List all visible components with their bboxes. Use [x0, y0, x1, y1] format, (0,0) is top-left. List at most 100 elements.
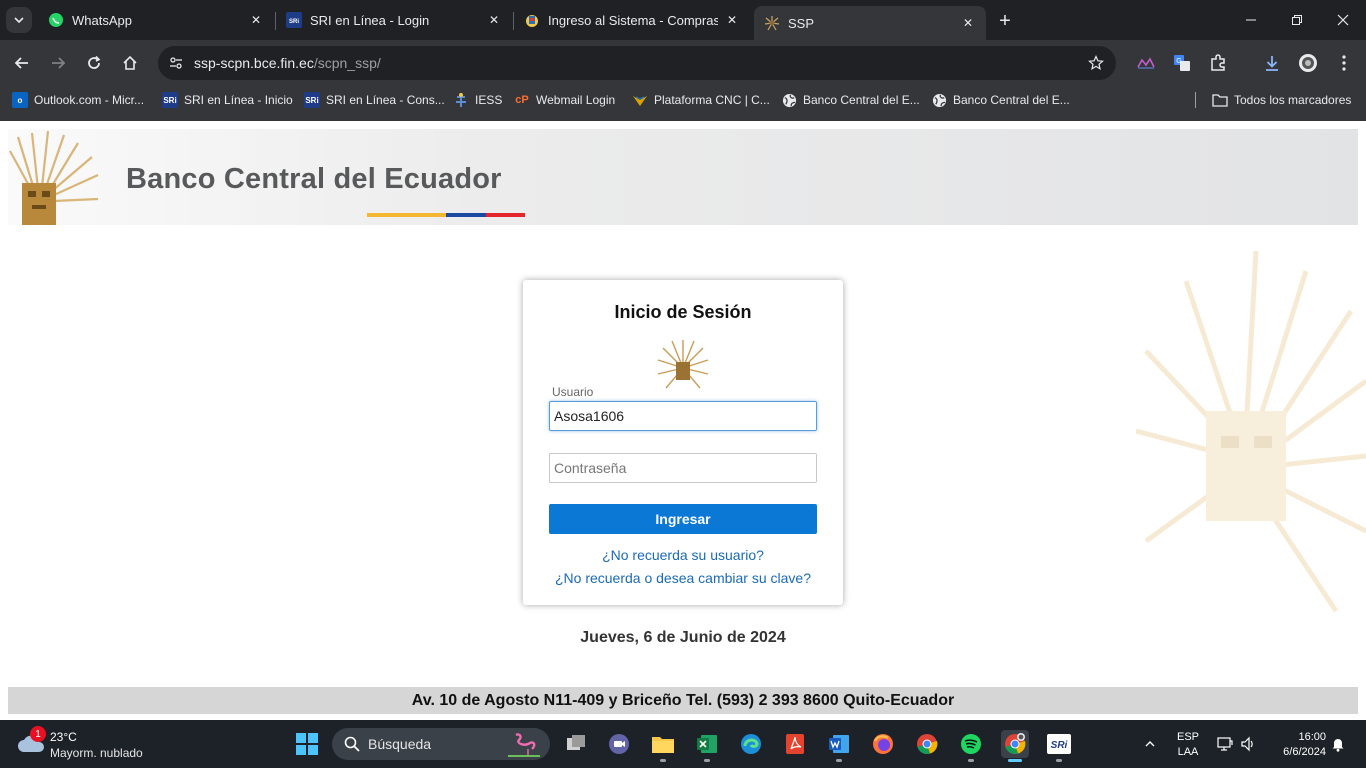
bookmark-iess[interactable]: IESS — [453, 91, 502, 109]
svg-text:SRi: SRi — [289, 19, 299, 25]
teams-meet-app[interactable] — [605, 730, 633, 758]
close-icon[interactable]: ✕ — [248, 12, 264, 28]
word-app[interactable] — [825, 730, 853, 762]
tab-compras-publicas[interactable]: Ingreso al Sistema - Compras P ✕ — [514, 6, 750, 34]
extension-button[interactable] — [1134, 51, 1158, 75]
tab-strip: WhatsApp ✕ SRi SRI en Línea - Login ✕ In… — [0, 0, 1366, 40]
bookmark-star-icon[interactable] — [1086, 53, 1106, 73]
back-button[interactable] — [10, 51, 34, 75]
chrome-icon — [917, 734, 938, 754]
restore-button[interactable] — [1282, 8, 1312, 32]
new-tab-button[interactable]: + — [994, 10, 1016, 32]
minimize-button[interactable] — [1236, 8, 1266, 32]
firefox-icon — [873, 734, 893, 754]
bookmark-label: Banco Central del E... — [803, 93, 920, 107]
tab-sri-login[interactable]: SRi SRI en Línea - Login ✕ — [276, 6, 512, 34]
bookmark-webmail[interactable]: cP Webmail Login — [514, 91, 615, 109]
pdf-icon — [786, 734, 804, 754]
tab-whatsapp[interactable]: WhatsApp ✕ — [38, 6, 274, 34]
forward-button[interactable] — [46, 51, 70, 75]
forgot-password-link[interactable]: ¿No recuerda o desea cambiar su clave? — [523, 570, 843, 586]
system-clock[interactable]: 16:00 6/6/2024 — [1268, 730, 1326, 760]
chrome-profile-app[interactable] — [1001, 730, 1029, 762]
url-text: ssp-scpn.bce.fin.ec/scpn_ssp/ — [194, 55, 381, 71]
site-settings-icon[interactable] — [166, 53, 186, 73]
address-bar[interactable]: ssp-scpn.bce.fin.ec/scpn_ssp/ — [158, 46, 1116, 80]
arrow-left-icon — [14, 57, 28, 69]
header-banner: Banco Central del Ecuador — [8, 129, 1358, 225]
bookmark-label: Banco Central del E... — [953, 93, 1070, 107]
stripe-blue — [446, 213, 486, 217]
tab-ssp[interactable]: SSP ✕ — [754, 6, 986, 40]
user-input[interactable] — [549, 401, 817, 431]
close-icon[interactable]: ✕ — [724, 12, 740, 28]
extensions-button[interactable] — [1206, 51, 1230, 75]
password-input[interactable] — [549, 453, 817, 483]
all-bookmarks-button[interactable]: Todos los marcadores — [1212, 91, 1351, 109]
stripe-red — [486, 213, 525, 217]
minimize-icon — [1246, 19, 1256, 21]
avatar-icon — [1299, 54, 1317, 72]
keyboard-layout: LAA — [1177, 746, 1199, 758]
sun-emblem-icon — [657, 340, 709, 389]
taskbar: 1 23°C Mayorm. nublado Búsqueda SRi ESP … — [0, 720, 1366, 768]
bookmark-bce-2[interactable]: Banco Central del E... — [931, 91, 1070, 109]
flamingo-icon — [508, 733, 540, 757]
login-button[interactable]: Ingresar — [549, 504, 817, 534]
notifications-bell-icon[interactable] — [1330, 736, 1346, 752]
close-window-button[interactable] — [1328, 8, 1358, 32]
bookmark-sri-inicio[interactable]: SRi SRI en Línea - Inicio — [162, 91, 293, 109]
bookmark-label: Todos los marcadores — [1234, 93, 1352, 107]
bookmark-label: SRI en Línea - Inicio — [184, 93, 293, 107]
task-view-button[interactable] — [562, 730, 590, 758]
search-label: Búsqueda — [368, 736, 432, 752]
bookmark-bce-1[interactable]: Banco Central del E... — [781, 91, 920, 109]
profile-button[interactable] — [1296, 51, 1320, 75]
tab-title: SSP — [788, 15, 815, 31]
word-icon — [829, 735, 849, 753]
current-date: Jueves, 6 de Junio de 2024 — [580, 629, 786, 646]
meet-camera-icon — [609, 734, 629, 754]
sri-app[interactable]: SRi — [1045, 730, 1073, 762]
forgot-user-link[interactable]: ¿No recuerda su usuario? — [523, 547, 843, 563]
reload-button[interactable] — [82, 51, 106, 75]
whatsapp-icon — [48, 12, 64, 28]
chevron-up-icon — [1145, 741, 1155, 747]
sun-watermark-icon — [1136, 250, 1366, 613]
bookmark-sri-consultas[interactable]: SRi SRI en Línea - Cons... — [304, 91, 445, 109]
weather-condition: Mayorm. nublado — [50, 746, 143, 760]
menu-button[interactable] — [1332, 51, 1356, 75]
file-explorer-app[interactable] — [649, 730, 677, 762]
restore-icon — [1292, 15, 1302, 25]
chrome-app[interactable] — [913, 730, 941, 758]
bookmark-label: Outlook.com - Micr... — [34, 93, 145, 107]
firefox-app[interactable] — [869, 730, 897, 758]
running-indicator — [968, 759, 974, 762]
edge-app[interactable] — [737, 730, 765, 758]
bookmark-outlook[interactable]: o Outlook.com - Micr... — [12, 91, 144, 109]
show-hidden-icons-button[interactable] — [1142, 734, 1158, 754]
sri-icon: SRi — [304, 92, 320, 108]
language-indicator[interactable]: ESP LAA — [1174, 730, 1202, 760]
close-icon[interactable]: ✕ — [960, 15, 976, 31]
windows-start-icon[interactable] — [295, 732, 319, 756]
bookmark-label: IESS — [475, 93, 503, 107]
volume-icon[interactable] — [1240, 736, 1256, 752]
spotify-icon — [961, 734, 981, 754]
network-icon[interactable] — [1217, 736, 1233, 752]
tab-search-button[interactable] — [6, 7, 32, 33]
pdf-reader-app[interactable] — [781, 730, 809, 758]
running-indicator — [704, 759, 710, 762]
weather-widget[interactable]: 1 23°C Mayorm. nublado — [16, 726, 176, 762]
downloads-button[interactable] — [1260, 51, 1284, 75]
excel-app[interactable] — [693, 730, 721, 762]
bookmark-cnc[interactable]: Plataforma CNC | C... — [632, 91, 770, 109]
home-icon — [123, 55, 137, 70]
spotify-app[interactable] — [957, 730, 985, 762]
home-button[interactable] — [118, 51, 142, 75]
clock-date: 6/6/2024 — [1283, 746, 1326, 758]
tab-title: SRI en Línea - Login — [310, 12, 430, 28]
taskbar-search[interactable]: Búsqueda — [332, 728, 550, 760]
translate-button[interactable]: G — [1170, 51, 1194, 75]
close-icon[interactable]: ✕ — [486, 12, 502, 28]
